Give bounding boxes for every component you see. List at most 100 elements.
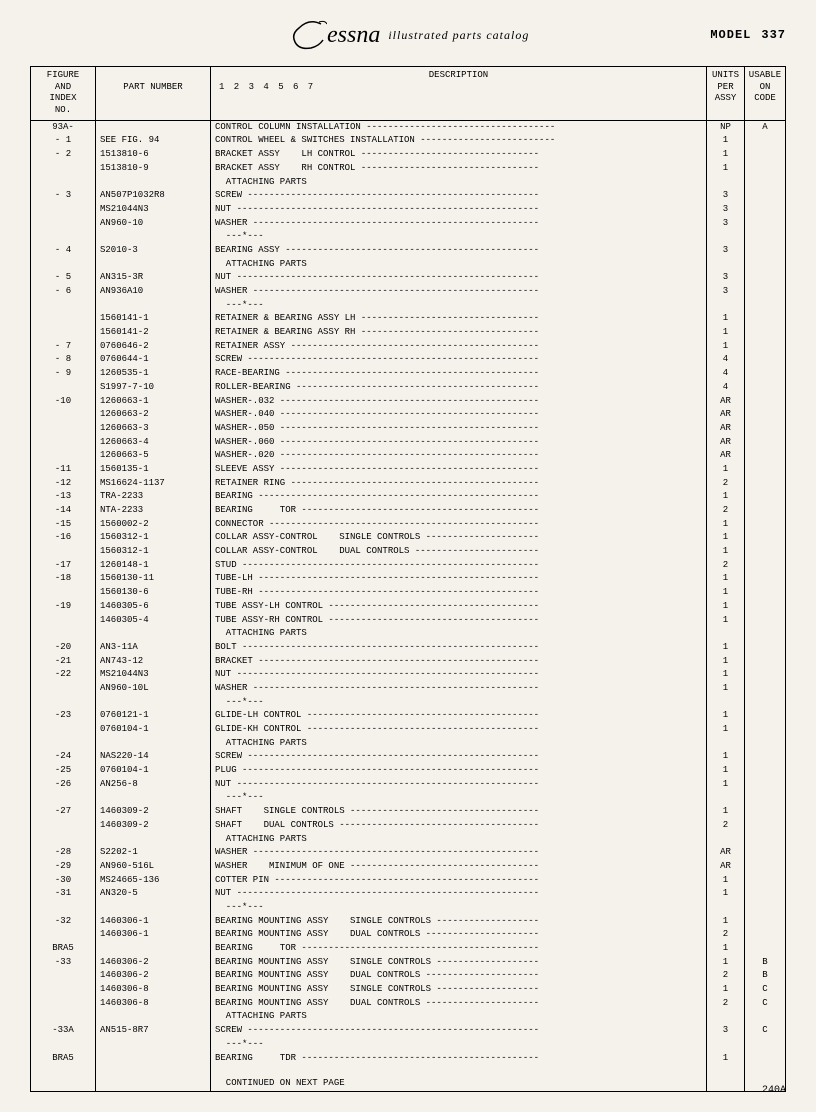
row-part: 1513810-9	[96, 162, 211, 176]
row-units: 1	[707, 778, 745, 792]
row-part: 1460306-1	[96, 915, 211, 929]
row-part: 0760104-1	[96, 764, 211, 778]
row-units: 1	[707, 682, 745, 696]
row-usable	[745, 805, 785, 819]
row-figure	[31, 682, 96, 696]
row-desc: ATTACHING PARTS	[211, 833, 707, 847]
row-part: NTA-2233	[96, 504, 211, 518]
row-units: 3	[707, 189, 745, 203]
row-figure	[31, 1077, 96, 1091]
row-figure	[31, 983, 96, 997]
row-usable: C	[745, 983, 785, 997]
row-usable	[745, 244, 785, 258]
row-units	[707, 258, 745, 272]
page-header: essna illustrated parts catalog MODEL 33…	[30, 20, 786, 54]
row-units: 3	[707, 244, 745, 258]
row-desc: SCREW ----------------------------------…	[211, 353, 707, 367]
row-units: 1	[707, 614, 745, 628]
row-units: 1	[707, 874, 745, 888]
catalog-subtitle: illustrated parts catalog	[388, 28, 529, 43]
table-row: - 1 SEE FIG. 94 CONTROL WHEEL & SWITCHES…	[31, 134, 785, 148]
table-row: -33A AN515-8R7 SCREW -------------------…	[31, 1024, 785, 1038]
row-part: 1460306-8	[96, 997, 211, 1011]
table-row: 1260663-3 WASHER-.050 ------------------…	[31, 422, 785, 436]
row-usable	[745, 1010, 785, 1024]
row-desc: ---*---	[211, 299, 707, 313]
row-usable	[745, 942, 785, 956]
row-units: 1	[707, 723, 745, 737]
row-units	[707, 696, 745, 710]
row-part: 1260663-3	[96, 422, 211, 436]
row-units	[707, 1010, 745, 1024]
table-row: -32 1460306-1 BEARING MOUNTING ASSY SING…	[31, 915, 785, 929]
row-figure	[31, 326, 96, 340]
row-usable	[745, 395, 785, 409]
row-part: 1560130-6	[96, 586, 211, 600]
row-units	[707, 901, 745, 915]
table-row: - 9 1260535-1 RACE-BEARING -------------…	[31, 367, 785, 381]
row-usable	[745, 367, 785, 381]
model-number: 337	[761, 28, 786, 42]
row-figure	[31, 791, 96, 805]
table-row: 1260663-5 WASHER-.020 ------------------…	[31, 449, 785, 463]
row-units	[707, 230, 745, 244]
row-units: 1	[707, 531, 745, 545]
table-row: ---*---	[31, 791, 785, 805]
row-usable	[745, 682, 785, 696]
row-part: 1460306-1	[96, 928, 211, 942]
row-desc: WASHER ---------------------------------…	[211, 846, 707, 860]
row-desc: WASHER-.032 ----------------------------…	[211, 395, 707, 409]
header-description: DESCRIPTION 1 2 3 4 5 6 7	[211, 67, 707, 120]
row-usable: A	[745, 121, 785, 135]
logo-text: essna	[327, 22, 380, 49]
row-desc: BEARING MOUNTING ASSY SINGLE CONTROLS --…	[211, 956, 707, 970]
row-figure: BRA5	[31, 1052, 96, 1066]
row-usable	[745, 901, 785, 915]
row-usable	[745, 600, 785, 614]
row-figure	[31, 299, 96, 313]
model-label: MODEL	[710, 28, 751, 42]
table-body: 93A- CONTROL COLUMN INSTALLATION -------…	[31, 121, 785, 1091]
row-usable: B	[745, 969, 785, 983]
table-row: -27 1460309-2 SHAFT SINGLE CONTROLS ----…	[31, 805, 785, 819]
row-usable	[745, 1052, 785, 1066]
row-figure: -29	[31, 860, 96, 874]
row-usable	[745, 312, 785, 326]
row-figure: -25	[31, 764, 96, 778]
row-desc: CONTROL WHEEL & SWITCHES INSTALLATION --…	[211, 134, 707, 148]
table-header: FIGURE AND INDEX NO. PART NUMBER DESCRIP…	[31, 67, 785, 121]
row-usable	[745, 340, 785, 354]
row-part	[96, 737, 211, 751]
row-usable	[745, 258, 785, 272]
row-usable	[745, 217, 785, 231]
row-part: 1560141-2	[96, 326, 211, 340]
row-desc: RETAINER & BEARING ASSY LH -------------…	[211, 312, 707, 326]
table-row: -16 1560312-1 COLLAR ASSY-CONTROL SINGLE…	[31, 531, 785, 545]
row-part: MS24665-136	[96, 874, 211, 888]
row-units: 1	[707, 586, 745, 600]
row-desc: RACE-BEARING ---------------------------…	[211, 367, 707, 381]
table-row: AN960-10 WASHER ------------------------…	[31, 217, 785, 231]
row-figure: -30	[31, 874, 96, 888]
row-figure	[31, 408, 96, 422]
row-usable	[745, 230, 785, 244]
row-part	[96, 258, 211, 272]
table-row: 1260663-2 WASHER-.040 ------------------…	[31, 408, 785, 422]
row-desc: CONTROL COLUMN INSTALLATION ------------…	[211, 121, 707, 135]
row-usable	[745, 928, 785, 942]
row-part: MS16624-1137	[96, 477, 211, 491]
table-row: -28 S2202-1 WASHER ---------------------…	[31, 846, 785, 860]
row-units: AR	[707, 395, 745, 409]
row-usable	[745, 709, 785, 723]
row-part	[96, 791, 211, 805]
row-desc: WASHER ---------------------------------…	[211, 217, 707, 231]
table-row: ---*---	[31, 696, 785, 710]
row-part	[96, 1010, 211, 1024]
row-units: 1	[707, 641, 745, 655]
row-usable	[745, 627, 785, 641]
row-figure	[31, 614, 96, 628]
row-figure: -12	[31, 477, 96, 491]
row-part: S1997-7-10	[96, 381, 211, 395]
table-row: 1560130-6 TUBE-RH ----------------------…	[31, 586, 785, 600]
row-usable	[745, 449, 785, 463]
